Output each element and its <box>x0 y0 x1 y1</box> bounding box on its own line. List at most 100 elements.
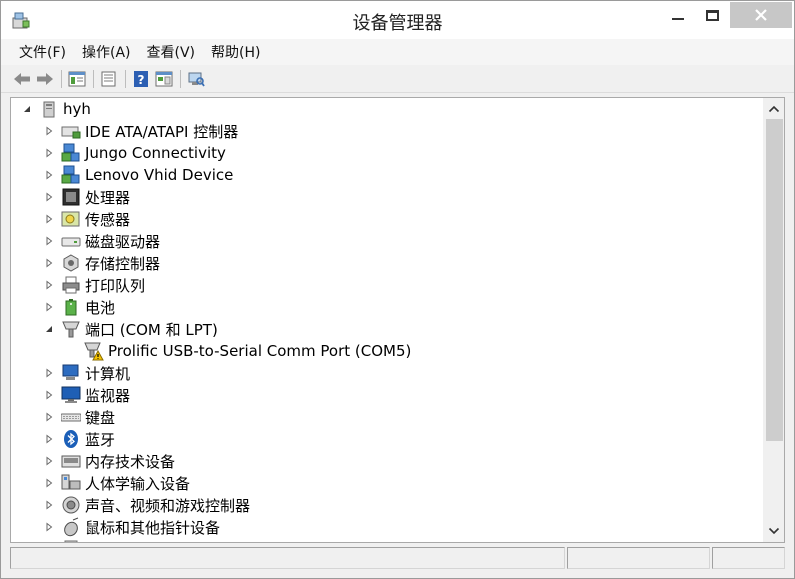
printer-icon <box>61 275 81 295</box>
close-button[interactable] <box>730 2 792 28</box>
help-icon: ? <box>134 70 148 87</box>
collapsed-arrow-icon[interactable] <box>43 367 55 379</box>
toolbar-separator <box>93 69 94 88</box>
tree-item-label: Prolific USB-to-Serial Comm Port (COM5) <box>108 342 412 360</box>
toolbar-separator <box>125 69 126 88</box>
view-button[interactable] <box>67 69 87 89</box>
maximize-button[interactable] <box>695 2 729 28</box>
properties-button[interactable] <box>99 69 119 89</box>
tree-item-monitor[interactable]: 监视器 <box>43 384 130 406</box>
back-icon <box>14 72 30 85</box>
status-bar <box>10 546 785 572</box>
collapsed-arrow-icon[interactable] <box>43 389 55 401</box>
network-device-icon <box>61 165 81 185</box>
help-button[interactable]: ? <box>131 69 151 89</box>
collapsed-arrow-icon[interactable] <box>43 455 55 467</box>
collapsed-arrow-icon[interactable] <box>43 147 55 159</box>
tree-item-partial[interactable] <box>61 538 85 542</box>
collapsed-arrow-icon[interactable] <box>43 477 55 489</box>
tree-item-storage-controller[interactable]: 存储控制器 <box>43 252 160 274</box>
menu-view[interactable]: 查看(V) <box>139 40 204 64</box>
status-pane-tertiary <box>712 547 785 569</box>
collapsed-arrow-icon[interactable] <box>43 433 55 445</box>
keyboard-icon <box>61 407 81 427</box>
tree-item-label: 监视器 <box>85 386 131 405</box>
back-button[interactable] <box>12 69 32 89</box>
scroll-up-button[interactable] <box>763 100 784 118</box>
menu-file[interactable]: 文件(F) <box>11 40 74 64</box>
expanded-arrow-icon[interactable] <box>21 103 33 115</box>
collapsed-arrow-icon[interactable] <box>43 499 55 511</box>
menu-help[interactable]: 帮助(H) <box>203 40 268 64</box>
collapsed-arrow-icon[interactable] <box>43 521 55 533</box>
tree-item-label: 处理器 <box>85 188 131 207</box>
tree-item-label: 内存技术设备 <box>85 452 176 471</box>
tree-item-print-queue[interactable]: 打印队列 <box>43 274 145 296</box>
menu-bar: 文件(F) 操作(A) 查看(V) 帮助(H) <box>1 39 794 65</box>
tree-item-label: 磁盘驱动器 <box>85 232 161 251</box>
close-icon <box>755 9 767 21</box>
tree-item-ide-controller[interactable]: IDE ATA/ATAPI 控制器 <box>43 120 238 142</box>
collapsed-arrow-icon[interactable] <box>43 169 55 181</box>
scroll-thumb[interactable] <box>766 119 783 441</box>
scan-hardware-icon <box>188 72 205 86</box>
tree-item-label: 鼠标和其他指针设备 <box>85 518 221 537</box>
sensor-icon <box>61 209 81 229</box>
tree-item-sensor[interactable]: 传感器 <box>43 208 130 230</box>
tree-item-prolific-com5[interactable]: Prolific USB-to-Serial Comm Port (COM5) <box>84 340 411 362</box>
bluetooth-icon <box>61 429 81 449</box>
sound-icon <box>61 495 81 515</box>
tree-item-label: 键盘 <box>85 408 116 427</box>
tree-item-processor[interactable]: 处理器 <box>43 186 130 208</box>
expanded-arrow-icon[interactable] <box>43 323 55 335</box>
collapsed-arrow-icon[interactable] <box>43 191 55 203</box>
maximize-icon <box>705 9 719 21</box>
tree-root-computer[interactable]: hyh <box>21 98 91 120</box>
scroll-track[interactable] <box>766 118 783 522</box>
tree-item-computer[interactable]: 计算机 <box>43 362 130 384</box>
tree-root-label: hyh <box>63 100 91 118</box>
tree-item-bluetooth[interactable]: 蓝牙 <box>43 428 115 450</box>
device-icon <box>61 539 81 542</box>
collapsed-arrow-icon[interactable] <box>43 411 55 423</box>
memory-device-icon <box>61 451 81 471</box>
tree-item-ports-com-lpt[interactable]: 端口 (COM 和 LPT) <box>43 318 218 340</box>
tree-item-disk-drive[interactable]: 磁盘驱动器 <box>43 230 160 252</box>
computer-icon <box>61 363 81 383</box>
tree-item-hid[interactable]: 人体学输入设备 <box>43 472 190 494</box>
battery-icon <box>61 297 81 317</box>
tree-item-label: 蓝牙 <box>85 430 116 449</box>
toolbar: ? <box>1 65 794 93</box>
scroll-down-button[interactable] <box>763 522 784 540</box>
tree-item-jungo-connectivity[interactable]: Jungo Connectivity <box>43 142 226 164</box>
chevron-down-icon <box>768 527 780 535</box>
tree-item-battery[interactable]: 电池 <box>43 296 115 318</box>
menu-action[interactable]: 操作(A) <box>74 40 139 64</box>
vertical-scrollbar[interactable] <box>763 98 784 542</box>
collapsed-arrow-icon[interactable] <box>43 213 55 225</box>
tree-item-mouse-pointing[interactable]: 鼠标和其他指针设备 <box>43 516 220 538</box>
properties-icon <box>101 71 116 86</box>
minimize-icon <box>672 18 684 20</box>
chevron-up-icon <box>768 105 780 113</box>
title-bar[interactable]: 设备管理器 <box>1 1 794 39</box>
scan-hardware-button[interactable] <box>186 69 206 89</box>
tree-item-keyboard[interactable]: 键盘 <box>43 406 115 428</box>
tree-item-sound-video-game[interactable]: 声音、视频和游戏控制器 <box>43 494 250 516</box>
ide-controller-icon <box>61 121 81 141</box>
collapsed-arrow-icon[interactable] <box>43 301 55 313</box>
view-icon <box>68 71 86 86</box>
tree-item-label: 电池 <box>85 298 116 317</box>
collapsed-arrow-icon[interactable] <box>43 125 55 137</box>
collapsed-arrow-icon[interactable] <box>43 257 55 269</box>
tree-item-lenovo-vhid[interactable]: Lenovo Vhid Device <box>43 164 233 186</box>
hid-icon <box>61 473 81 493</box>
device-tree: hyh IDE ATA/ATAPI 控制器 Jungo Connectivity… <box>11 98 763 542</box>
minimize-button[interactable] <box>661 2 695 28</box>
network-device-icon <box>61 143 81 163</box>
collapsed-arrow-icon[interactable] <box>43 279 55 291</box>
forward-button[interactable] <box>35 69 55 89</box>
view-hidden-button[interactable] <box>154 69 174 89</box>
collapsed-arrow-icon[interactable] <box>43 235 55 247</box>
tree-item-memory-technology[interactable]: 内存技术设备 <box>43 450 175 472</box>
